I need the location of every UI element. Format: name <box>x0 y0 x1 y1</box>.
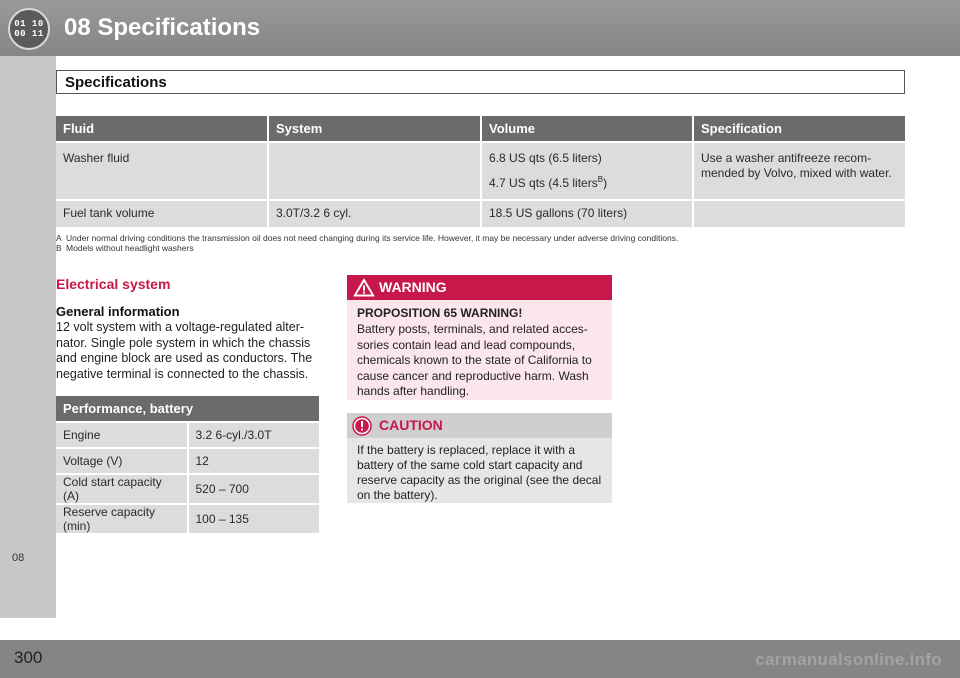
column-header-fluid: Fluid <box>56 116 269 142</box>
caution-title: CAUTION <box>379 417 443 433</box>
general-information-body: 12 volt system with a voltage-regulated … <box>56 320 313 381</box>
washer-system-cell <box>268 141 482 200</box>
battery-row-label: Engine <box>56 421 189 448</box>
warning-title: WARNING <box>379 279 447 295</box>
chapter-side-tab <box>0 56 56 618</box>
warning-header: WARNING <box>347 275 612 300</box>
fluid-specifications-table: Fluid System Volume Specification Washer… <box>56 116 905 227</box>
table-row: Engine 3.2 6-cyl./3.0T <box>56 421 319 448</box>
warning-box: WARNING PROPOSITION 65 WARNING! Battery … <box>347 275 612 400</box>
footnote-a: A Under normal driving conditions the tra… <box>56 233 678 243</box>
electrical-system-heading: Electrical system <box>56 276 171 292</box>
table-row: Reserve capacity (min) 100 – 135 <box>56 503 319 533</box>
washer-volume-line-2: 4.7 US qts (4.5 litersB) <box>489 172 685 191</box>
caution-header: CAUTION <box>347 413 612 438</box>
caution-box: CAUTION If the battery is replaced, repl… <box>347 413 612 503</box>
battery-row-value: 12 <box>187 447 319 474</box>
caution-body: If the battery is replaced, replace it w… <box>357 443 602 502</box>
column-header-volume: Volume <box>481 116 694 142</box>
washer-specification-cell: Use a washer antifreeze recom-mended by … <box>693 141 905 200</box>
page-number: 300 <box>14 648 43 667</box>
column-header-system: System <box>268 116 482 142</box>
chapter-header: 01 10 00 11 08 Specifications <box>0 0 960 56</box>
table-row: Washer fluid 6.8 US qts (6.5 liters) 4.7… <box>56 141 905 200</box>
table-row: Fuel tank volume 3.0T/3.2 6 cyl. 18.5 US… <box>56 199 905 227</box>
chapter-title: 08 Specifications <box>64 14 261 41</box>
chapter-code-line-1: 01 10 <box>14 19 44 29</box>
fuel-system-cell: 3.0T/3.2 6 cyl. <box>268 199 482 227</box>
footnote-b-mark: B <box>56 243 62 253</box>
column-header-specification: Specification <box>693 116 905 142</box>
battery-row-label: Reserve capacity (min) <box>56 503 189 533</box>
footnote-b-text: Models without headlight washers <box>66 243 194 253</box>
battery-row-value: 3.2 6-cyl./3.0T <box>187 421 319 448</box>
caution-exclamation-icon <box>352 416 372 436</box>
section-title: Specifications <box>56 70 905 94</box>
side-tab-label: 08 <box>12 552 25 564</box>
watermark: carmanualsonline.info <box>755 650 942 669</box>
fuel-volume-cell: 18.5 US gallons (70 liters) <box>481 199 694 227</box>
table-row: Voltage (V) 12 <box>56 447 319 474</box>
battery-row-value: 100 – 135 <box>187 503 319 533</box>
washer-volume-line-2-close: ) <box>603 176 608 190</box>
washer-fluid-cell: Washer fluid <box>56 141 269 200</box>
warning-body: Battery posts, terminals, and related ac… <box>357 322 592 398</box>
chapter-code-icon: 01 10 00 11 <box>8 8 50 50</box>
warning-triangle-icon <box>353 278 375 297</box>
fuel-fluid-cell: Fuel tank volume <box>56 199 269 227</box>
battery-performance-table: Performance, battery Engine 3.2 6-cyl./3… <box>56 396 319 533</box>
washer-volume-line-1: 6.8 US qts (6.5 liters) <box>489 151 602 165</box>
chapter-code-line-2: 00 11 <box>14 29 44 39</box>
washer-volume-line-2-text: 4.7 US qts (4.5 liters <box>489 176 598 190</box>
battery-row-label: Voltage (V) <box>56 447 189 474</box>
warning-subtitle: PROPOSITION 65 WARNING! <box>357 306 523 320</box>
table-row: Cold start capacity (A) 520 – 700 <box>56 473 319 504</box>
general-information-heading: General information <box>56 304 180 319</box>
battery-row-label: Cold start capacity (A) <box>56 473 189 504</box>
washer-volume-cell: 6.8 US qts (6.5 liters) 4.7 US qts (4.5 … <box>481 141 694 200</box>
fuel-specification-cell <box>693 199 905 227</box>
table-footnotes: A Under normal driving conditions the tra… <box>56 233 678 253</box>
footnote-a-text: Under normal driving conditions the tran… <box>66 233 679 243</box>
footnote-b: B Models without headlight washers <box>56 243 678 253</box>
battery-table-title: Performance, battery <box>56 396 319 422</box>
table-header-row: Fluid System Volume Specification <box>56 116 905 142</box>
table-header-row: Performance, battery <box>56 396 319 422</box>
battery-row-value: 520 – 700 <box>187 473 319 504</box>
footnote-a-mark: A <box>56 233 62 243</box>
